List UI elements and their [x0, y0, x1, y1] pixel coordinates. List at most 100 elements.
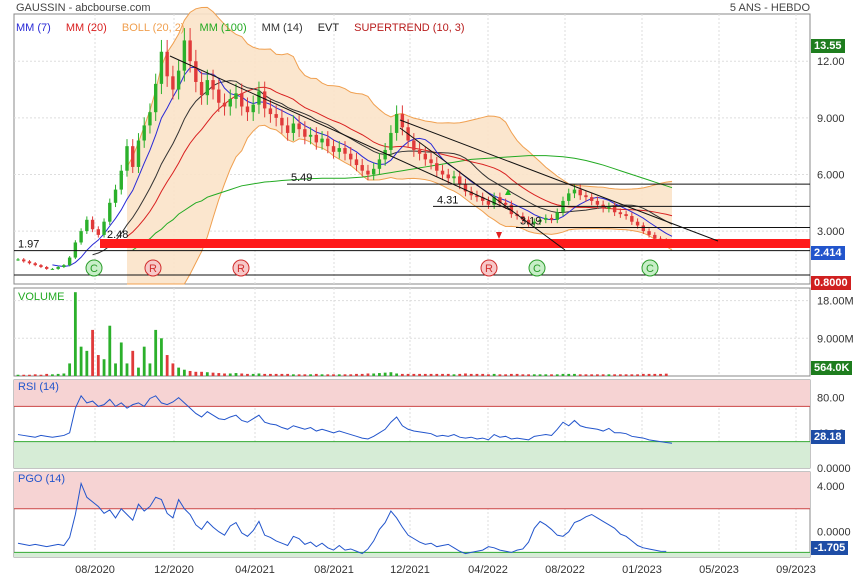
legend-mm20[interactable]: MM (20)	[66, 22, 107, 34]
volume-bar	[429, 373, 433, 376]
chart-canvas: 08/2020 12/2020 04/2021 08/2021 12/2021 04/20…	[13, 6, 854, 576]
candle-body	[503, 202, 508, 205]
candle-body	[572, 189, 577, 194]
candle-body	[371, 168, 376, 175]
volume-bar	[91, 329, 94, 376]
volume-bar	[441, 373, 444, 376]
volume-bar	[205, 372, 209, 376]
volume-bar	[108, 325, 112, 376]
volume-bar	[532, 374, 536, 376]
signal-marker: C	[641, 259, 659, 277]
price-y-tick: 3.000	[817, 226, 845, 238]
volume-bar	[326, 374, 330, 376]
candle-body	[33, 263, 37, 266]
volume-bar	[148, 363, 152, 376]
candle-body	[234, 93, 238, 99]
volume-bar	[423, 373, 427, 376]
candle-body	[22, 259, 26, 262]
volume-bar	[446, 373, 450, 376]
volume-bar	[274, 373, 278, 376]
chart-title: GAUSSIN - abcbourse.com	[16, 2, 151, 14]
volume-bar	[389, 372, 393, 376]
candle-body	[222, 102, 227, 107]
candle-body	[285, 125, 290, 133]
volume-bar	[217, 373, 221, 376]
volume-bar	[194, 371, 198, 376]
pgo-panel-title: PGO (14)	[18, 473, 66, 485]
candle-body	[90, 219, 95, 230]
candle-body	[630, 216, 634, 222]
x-tick-label: 01/2023	[622, 564, 662, 576]
pgo-badge: -1.705	[811, 541, 849, 555]
candle-body	[102, 221, 106, 235]
volume-bar	[550, 374, 553, 376]
volume-bar	[51, 374, 54, 376]
candle-body	[624, 214, 628, 217]
candle-body	[486, 200, 491, 205]
legend-supertrend[interactable]: SUPERTREND (10, 3)	[354, 22, 464, 34]
volume-bar	[240, 373, 244, 376]
candle-body	[343, 148, 347, 154]
legend-evt[interactable]: EVT	[318, 22, 339, 34]
legend-mm14[interactable]: MM (14)	[262, 22, 303, 34]
candle-body	[435, 163, 439, 171]
candle-body	[326, 138, 330, 147]
candle-body	[96, 229, 101, 235]
volume-bar	[492, 373, 496, 376]
volume-bar	[567, 373, 571, 376]
candle-body	[303, 129, 307, 137]
volume-bar	[418, 373, 421, 376]
candle-body	[125, 146, 129, 171]
candle-body	[618, 212, 623, 215]
candle-body	[27, 261, 32, 264]
candle-body	[389, 132, 393, 150]
last-price-badge: 2.414	[811, 246, 845, 260]
volume-bar	[188, 370, 192, 376]
volume-bar	[314, 373, 318, 376]
volume-bar	[257, 373, 261, 376]
rsi-y-tick: 80.00	[817, 393, 845, 405]
volume-bar	[280, 373, 284, 376]
candle-body	[44, 267, 49, 269]
candle-body	[245, 106, 250, 113]
candle-body	[549, 217, 554, 220]
legend-boll[interactable]: BOLL (20, 2)	[122, 22, 185, 34]
candle-body	[171, 76, 175, 90]
volume-bar	[435, 373, 439, 376]
candle-body	[331, 146, 336, 152]
legend-mm7[interactable]: MM (7)	[16, 22, 51, 34]
candle-body	[320, 138, 324, 143]
volume-bar	[349, 374, 353, 376]
volume-bar	[114, 363, 117, 376]
low-badge: 0.8000	[811, 276, 851, 290]
volume-bar	[297, 374, 301, 376]
candle-body	[612, 206, 617, 213]
volume-bar	[33, 374, 37, 376]
volume-bar	[337, 374, 341, 376]
volume-bar	[62, 373, 66, 376]
legend-mm100[interactable]: MM (100)	[200, 22, 247, 34]
volume-bar	[343, 374, 347, 376]
rsi-badge: 28.18	[811, 430, 845, 444]
volume-bar	[641, 373, 645, 376]
candle-body	[280, 117, 284, 126]
candle-body	[67, 257, 72, 266]
candle-body	[423, 153, 428, 160]
candle-body	[56, 267, 60, 269]
candle-body	[268, 108, 273, 115]
pgo-oversold-zone	[14, 552, 810, 557]
candle-body	[349, 153, 353, 160]
volume-bar	[56, 373, 60, 376]
candle-body	[142, 125, 146, 141]
volume-bar	[154, 329, 158, 376]
x-tick-label: 09/2023	[776, 564, 816, 576]
volume-bar	[561, 373, 565, 376]
volume-bar	[515, 373, 519, 376]
level-label: 1.97	[18, 239, 39, 251]
candle-body	[584, 195, 588, 198]
volume-bar	[647, 373, 651, 376]
volume-bar	[223, 373, 226, 376]
candle-body	[16, 259, 20, 261]
volume-bar	[630, 374, 634, 376]
candle-body	[165, 51, 169, 77]
